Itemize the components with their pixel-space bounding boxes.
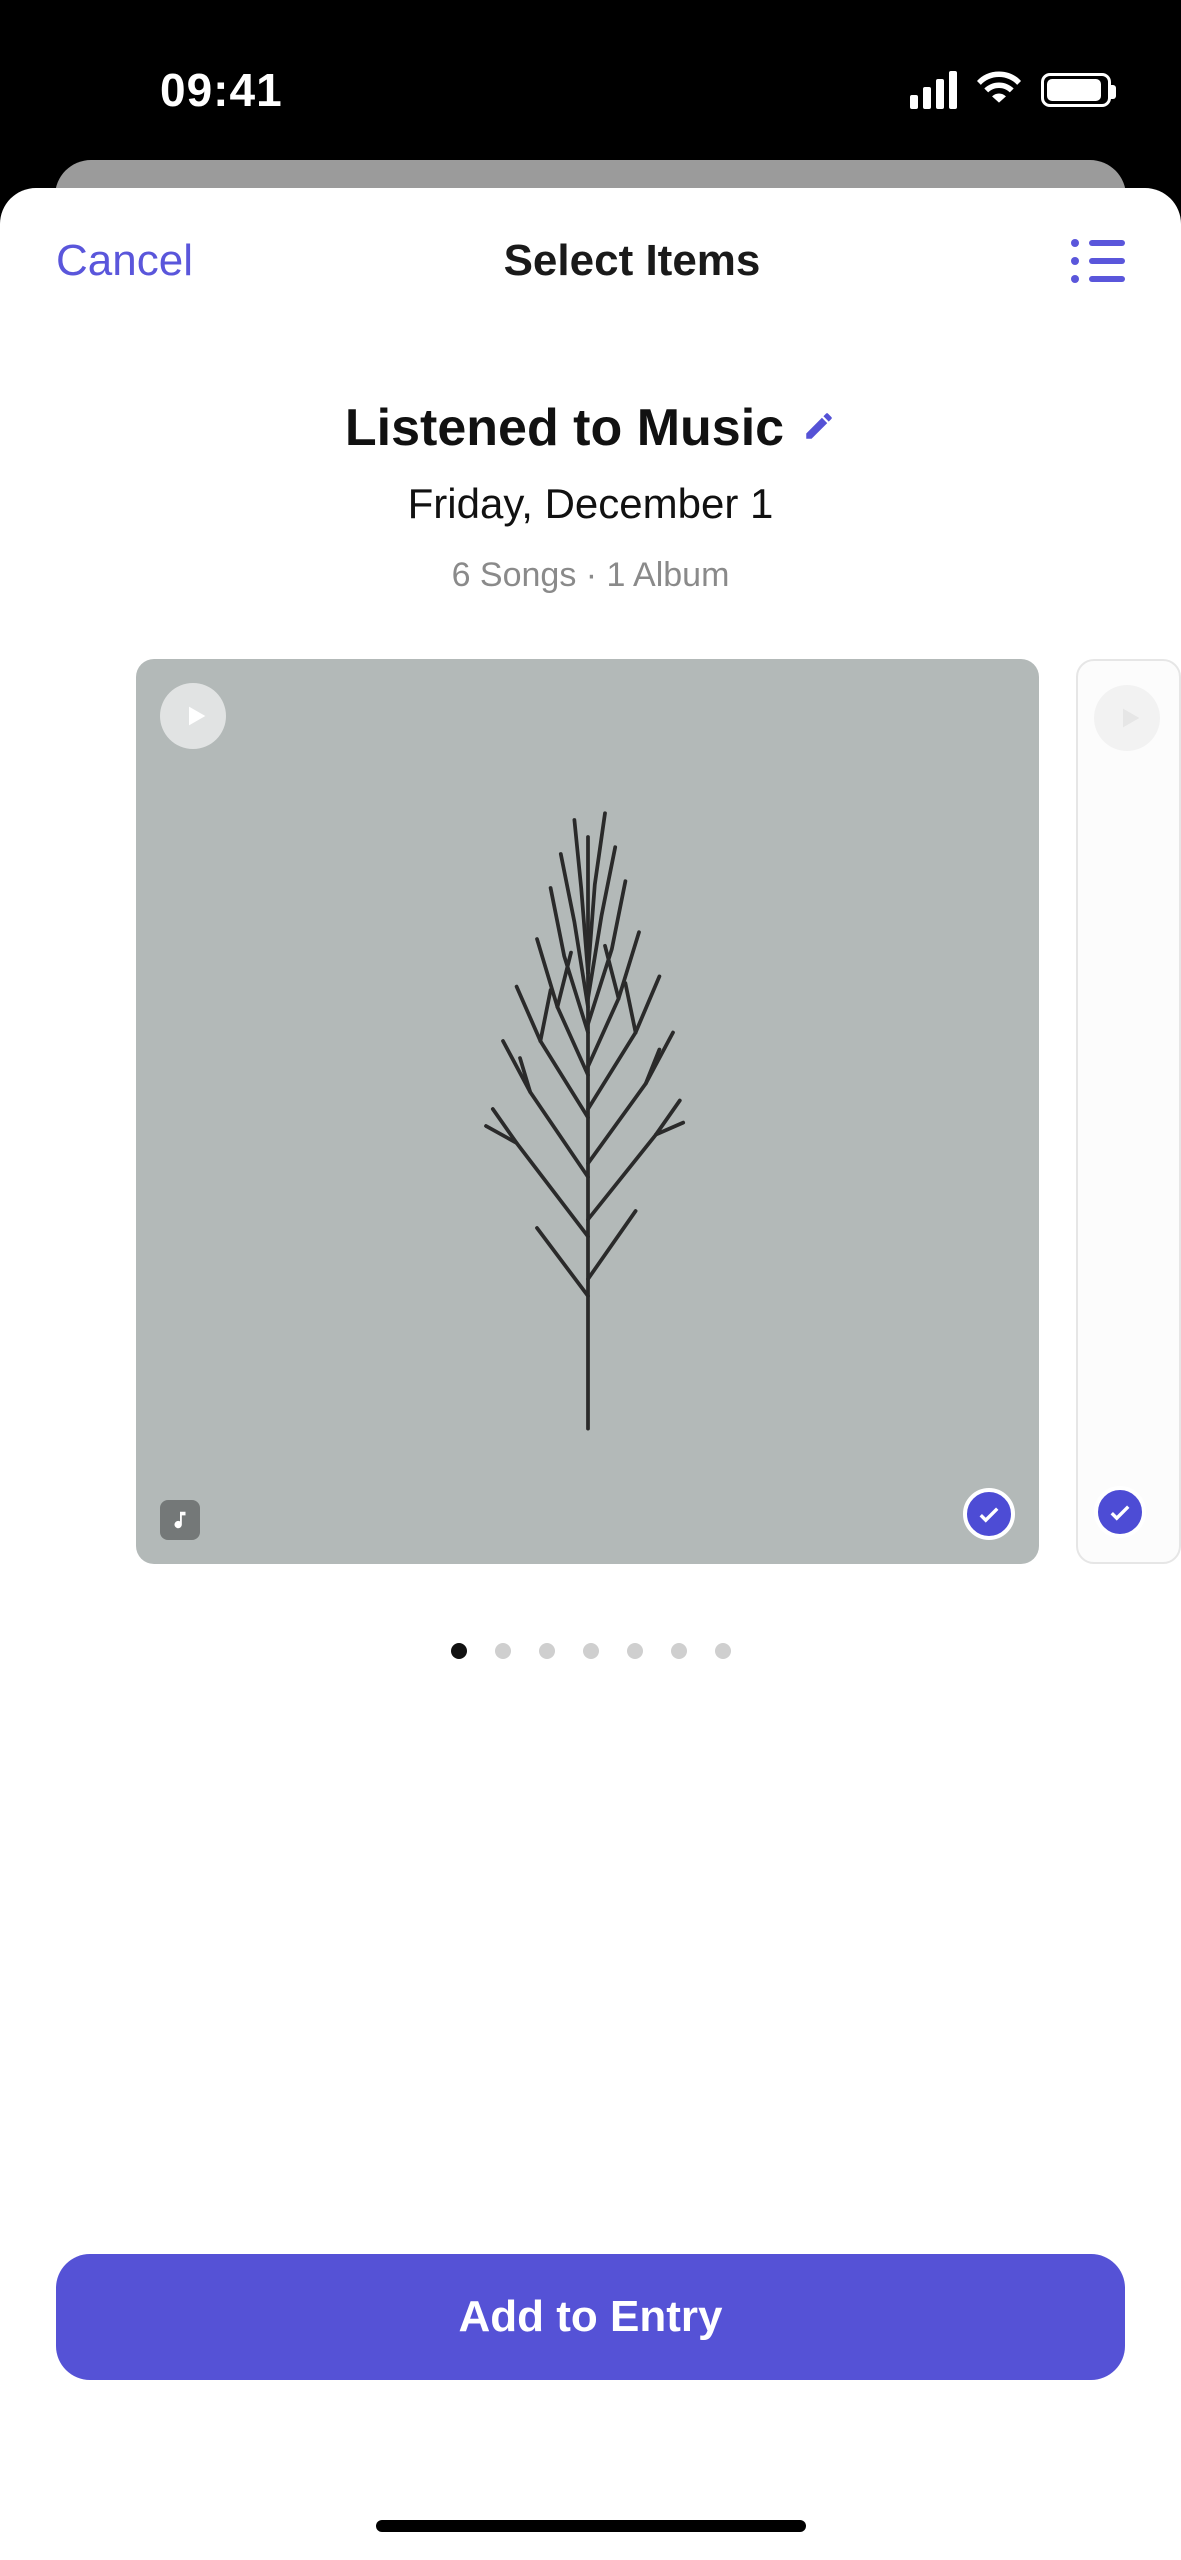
status-time: 09:41 (160, 63, 283, 117)
bottom-bar: Add to Entry (0, 2254, 1181, 2560)
modal-sheet: Cancel Select Items Listened to Music Fr… (0, 188, 1181, 2560)
edit-pencil-icon[interactable] (802, 409, 836, 448)
device-frame: 09:41 Cancel Select Items Liste (0, 0, 1181, 2560)
selected-checkmark-icon[interactable] (963, 1488, 1015, 1540)
page-dot[interactable] (583, 1643, 599, 1659)
list-view-icon[interactable] (1071, 234, 1125, 288)
section-date: Friday, December 1 (0, 480, 1181, 528)
add-to-entry-button[interactable]: Add to Entry (56, 2254, 1125, 2380)
battery-icon (1041, 73, 1111, 107)
nav-title: Select Items (504, 236, 761, 286)
page-dot[interactable] (627, 1643, 643, 1659)
tree-image (418, 784, 758, 1439)
section-title: Listened to Music (345, 398, 784, 458)
home-indicator[interactable] (376, 2520, 806, 2532)
album-carousel[interactable] (0, 659, 1181, 1571)
wifi-icon (977, 66, 1021, 115)
selected-checkmark-icon[interactable] (1094, 1486, 1146, 1538)
cellular-signal-icon (910, 71, 957, 109)
page-dot[interactable] (715, 1643, 731, 1659)
page-dot[interactable] (495, 1643, 511, 1659)
album-card[interactable] (136, 659, 1039, 1564)
page-indicator[interactable] (0, 1643, 1181, 1659)
page-dot[interactable] (671, 1643, 687, 1659)
play-icon[interactable] (1094, 685, 1160, 751)
nav-bar: Cancel Select Items (0, 188, 1181, 318)
cancel-button[interactable]: Cancel (56, 236, 193, 286)
page-dot[interactable] (451, 1643, 467, 1659)
section-header: Listened to Music Friday, December 1 6 S… (0, 398, 1181, 595)
album-art (136, 659, 1039, 1564)
status-bar: 09:41 (0, 0, 1181, 180)
music-note-icon (160, 1500, 200, 1540)
section-meta: 6 Songs · 1 Album (0, 556, 1181, 595)
play-icon[interactable] (160, 683, 226, 749)
album-card-next[interactable] (1076, 659, 1181, 1564)
status-icons (910, 66, 1111, 115)
page-dot[interactable] (539, 1643, 555, 1659)
